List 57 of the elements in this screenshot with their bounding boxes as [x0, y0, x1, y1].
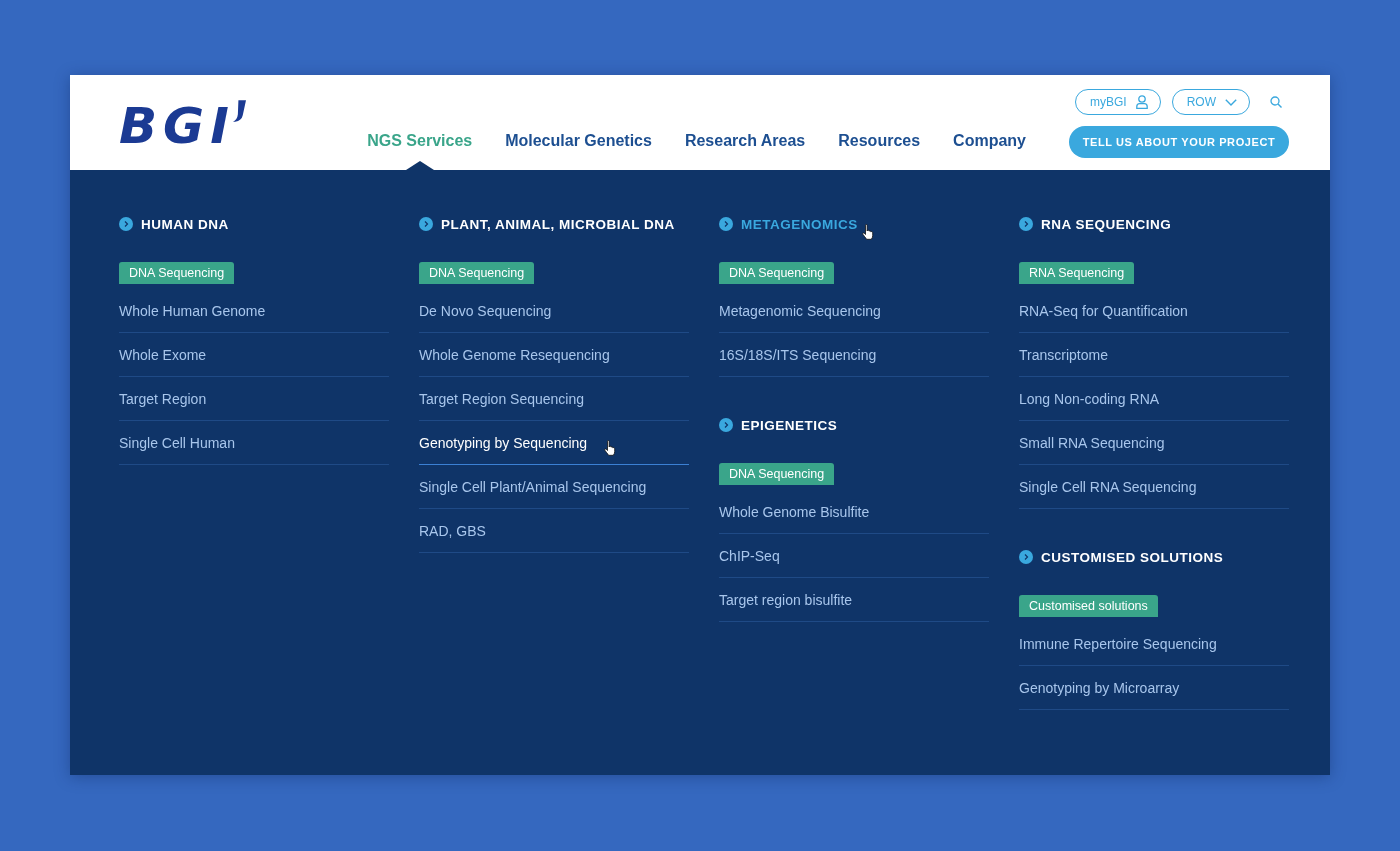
section-title: RNA SEQUENCING	[1041, 216, 1172, 232]
nav-link[interactable]: Company	[953, 131, 1026, 151]
category-tag: DNA Sequencing	[119, 262, 235, 284]
chevron-down-icon	[1225, 98, 1237, 106]
menu-link[interactable]: Single Cell Human	[119, 421, 389, 465]
menu-link[interactable]: Whole Human Genome	[119, 289, 389, 333]
section-heading-link[interactable]: HUMAN DNA	[119, 214, 389, 234]
menu-link[interactable]: ChIP-Seq	[719, 534, 989, 578]
section-heading-link[interactable]: PLANT, ANIMAL, MICROBIAL DNA	[419, 214, 689, 234]
menu-link[interactable]: Single Cell Plant/Animal Sequencing	[419, 465, 689, 509]
category-tag: DNA Sequencing	[419, 262, 535, 284]
chevron-circle-icon	[719, 217, 733, 231]
chevron-circle-icon	[719, 418, 733, 432]
section-heading-link[interactable]: METAGENOMICS	[719, 214, 989, 234]
section-title: EPIGENETICS	[741, 417, 838, 433]
menu-link[interactable]: Small RNA Sequencing	[1019, 421, 1289, 465]
hand-cursor-icon	[861, 224, 874, 240]
category-tag: RNA Sequencing	[1019, 262, 1135, 284]
menu-link[interactable]: RNA-Seq for Quantification	[1019, 289, 1289, 333]
menu-link[interactable]: Target region bisulfite	[719, 578, 989, 622]
menu-link[interactable]: Transcriptome	[1019, 333, 1289, 377]
nav-link[interactable]: Research Areas	[684, 131, 806, 151]
menu-link[interactable]: Whole Genome Bisulfite	[719, 490, 989, 534]
menu-link[interactable]: Whole Genome Resequencing	[419, 333, 689, 377]
menu-link[interactable]: Target Region	[119, 377, 389, 421]
logo-mark-icon	[232, 100, 246, 122]
menu-link[interactable]: Target Region Sequencing	[419, 377, 689, 421]
menu-link[interactable]: Long Non-coding RNA	[1019, 377, 1289, 421]
section-heading-link[interactable]: CUSTOMISED SOLUTIONS	[1019, 547, 1289, 567]
section-heading-link[interactable]: RNA SEQUENCING	[1019, 214, 1289, 234]
search-icon[interactable]	[1270, 96, 1282, 108]
menu-link[interactable]: Genotyping by Microarray	[1019, 666, 1289, 710]
logo[interactable]: BGI	[119, 100, 246, 152]
menu-link[interactable]: Metagenomic Sequencing	[719, 289, 989, 333]
section-heading-link[interactable]: EPIGENETICS	[719, 415, 989, 435]
nav-link[interactable]: Resources	[838, 131, 921, 151]
nav-link[interactable]: Molecular Genetics	[505, 131, 652, 151]
chevron-circle-icon	[1019, 217, 1033, 231]
menu-link[interactable]: Genotyping by Sequencing	[419, 421, 689, 465]
chevron-circle-icon	[119, 217, 133, 231]
hand-cursor-icon	[604, 439, 617, 456]
category-tag: DNA Sequencing	[719, 262, 835, 284]
menu-link[interactable]: De Novo Sequencing	[419, 289, 689, 333]
section-title: METAGENOMICS	[741, 216, 858, 232]
menu-link[interactable]: 16S/18S/ITS Sequencing	[719, 333, 989, 377]
menu-link[interactable]: Whole Exome	[119, 333, 389, 377]
menu-link[interactable]: Single Cell RNA Sequencing	[1019, 465, 1289, 509]
menu-link[interactable]: Immune Repertoire Sequencing	[1019, 622, 1289, 666]
chevron-circle-icon	[1019, 550, 1033, 564]
menu-link[interactable]: RAD, GBS	[419, 509, 689, 553]
category-tag: DNA Sequencing	[719, 463, 835, 485]
user-icon	[1135, 95, 1148, 109]
chevron-circle-icon	[419, 217, 433, 231]
section-title: PLANT, ANIMAL, MICROBIAL DNA	[441, 216, 675, 232]
section-title: HUMAN DNA	[141, 216, 229, 232]
category-tag: Customised solutions	[1019, 595, 1158, 617]
section-title: CUSTOMISED SOLUTIONS	[1041, 549, 1224, 565]
